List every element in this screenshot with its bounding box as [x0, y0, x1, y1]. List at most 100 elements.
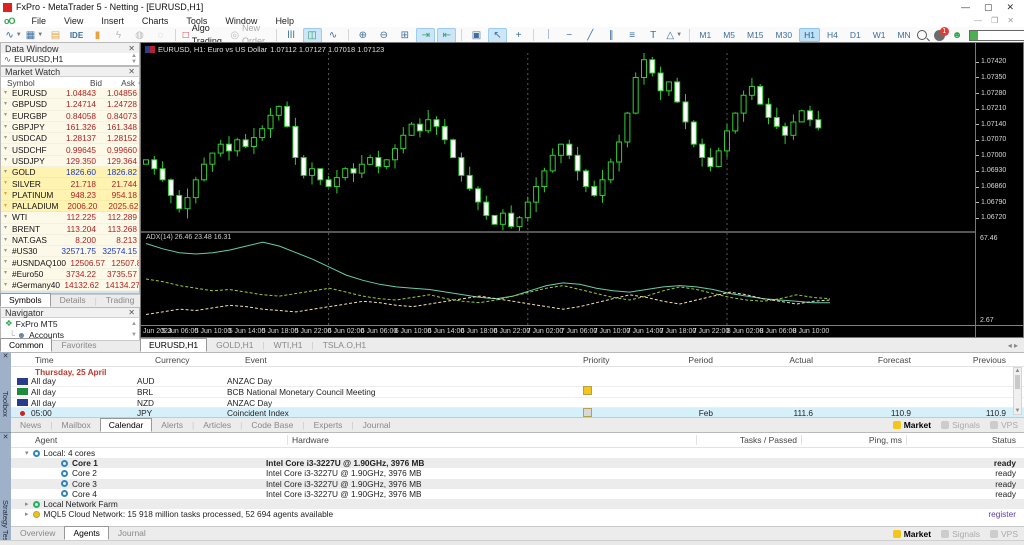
market-watch-row[interactable]: ▾NAT.GAS8.2008.213: [1, 235, 139, 246]
tab-common[interactable]: Common: [0, 338, 52, 352]
trendline-button[interactable]: ╱: [581, 28, 600, 43]
menu-file[interactable]: File: [23, 16, 56, 26]
vertical-line-button[interactable]: ｜: [539, 28, 558, 43]
market-watch-header[interactable]: Market Watch ✕: [0, 66, 140, 77]
signal-icon[interactable]: ϟ: [109, 28, 128, 43]
timeframe-m30[interactable]: M30: [771, 28, 798, 42]
signals-link[interactable]: Signals: [941, 529, 980, 539]
timeframe-mn[interactable]: MN: [892, 28, 915, 42]
market-watch-toggle[interactable]: ▤: [46, 28, 65, 43]
market-watch-column-header[interactable]: Symbol Bid Ask ▲: [0, 77, 140, 88]
zoom-out-button[interactable]: ⊖: [374, 28, 393, 43]
tester-core-row[interactable]: Core 1Intel Core i3-3227U @ 1.90GHz, 397…: [11, 458, 1024, 468]
timeframe-h1[interactable]: H1: [799, 28, 820, 42]
market-watch-row[interactable]: ▾PLATINUM948.23954.18: [1, 190, 139, 201]
expander-icon[interactable]: ▾: [25, 449, 29, 457]
calendar-row[interactable]: All dayNZDANZAC Day: [11, 398, 1024, 409]
menu-charts[interactable]: Charts: [133, 16, 178, 26]
toolbox-tab-journal[interactable]: Journal: [354, 418, 400, 432]
camera-button[interactable]: ▣: [467, 28, 486, 43]
tester-group-row[interactable]: ▸MQL5 Cloud Network: 15 918 million task…: [11, 509, 1024, 519]
timeframe-w1[interactable]: W1: [868, 28, 891, 42]
market-watch-row[interactable]: ▾GBPJPY161.326161.348: [1, 122, 139, 133]
metaeditor-button[interactable]: ▮: [88, 28, 107, 43]
window-layout-button[interactable]: ▦▼: [25, 28, 44, 43]
market-watch-row[interactable]: ▾PALLADIUM2006.202025.62: [1, 201, 139, 212]
market-watch-row[interactable]: ▾EURGBP0.840580.84073: [1, 111, 139, 122]
tester-core-row[interactable]: Core 4Intel Core i3-3227U @ 1.90GHz, 397…: [11, 489, 1024, 499]
minimize-button[interactable]: —: [961, 2, 970, 13]
tester-column-header[interactable]: Agent Hardware Tasks / Passed Ping, ms S…: [11, 433, 1024, 448]
toolbox-tab-code-base[interactable]: Code Base: [242, 418, 302, 432]
tester-core-row[interactable]: Core 2Intel Core i3-3227U @ 1.90GHz, 397…: [11, 468, 1024, 478]
market-link[interactable]: Market: [893, 529, 931, 539]
spinner-icon[interactable]: ▲▼: [131, 53, 139, 65]
tester-tab-agents[interactable]: Agents: [64, 526, 108, 540]
menu-insert[interactable]: Insert: [92, 16, 133, 26]
text-button[interactable]: T: [644, 28, 663, 43]
market-watch-row[interactable]: ▾GOLD1826.601826.82: [1, 167, 139, 178]
toolbox-tab-calendar[interactable]: Calendar: [100, 418, 153, 432]
notifications-icon[interactable]: 1: [934, 30, 945, 41]
adx-indicator-pane[interactable]: [142, 233, 974, 325]
price-axis[interactable]: 1.074201.073501.072801.072101.071401.070…: [976, 53, 1024, 231]
child-restore-button[interactable]: ❐: [991, 16, 998, 25]
chart-tab-tsla-o-h1[interactable]: TSLA.O,H1: [314, 338, 375, 352]
timeframe-m5[interactable]: M5: [718, 28, 740, 42]
market-watch-row[interactable]: ▾#USNDAQ10012506.5712507.82: [1, 257, 139, 268]
timeframe-h4[interactable]: H4: [822, 28, 843, 42]
market-watch-row[interactable]: ▾#US3032571.7532574.15: [1, 246, 139, 257]
crosshair-button[interactable]: +: [509, 28, 528, 43]
toolbox-tab-experts[interactable]: Experts: [305, 418, 352, 432]
maximize-button[interactable]: ▢: [984, 2, 993, 13]
close-icon[interactable]: ✕: [128, 67, 135, 76]
ide-button[interactable]: IDE: [67, 28, 86, 43]
line-chart-button[interactable]: ∿: [324, 28, 343, 43]
market-link[interactable]: Market: [893, 420, 931, 430]
market-watch-row[interactable]: ▾#Euro503734.223735.57: [1, 269, 139, 280]
chart-tab-gold-h1[interactable]: GOLD,H1: [207, 338, 262, 352]
expander-icon[interactable]: ▸: [25, 500, 29, 508]
horizontal-line-button[interactable]: −: [560, 28, 579, 43]
market-watch-row[interactable]: ▾BRENT113.204113.268: [1, 224, 139, 235]
community-icon[interactable]: ◍: [130, 28, 149, 43]
navigator-item-broker[interactable]: ❖ FxPro MT5 ▲: [1, 318, 139, 329]
scroll-up-icon[interactable]: ▲: [131, 321, 139, 327]
shapes-button[interactable]: △▼: [665, 28, 684, 43]
tab-details[interactable]: Details: [51, 293, 95, 307]
market-watch-row[interactable]: ▾USDJPY129.350129.364: [1, 156, 139, 167]
market-watch-row[interactable]: ▾EURUSD1.048431.04856: [1, 88, 139, 99]
close-icon[interactable]: ✕: [128, 308, 135, 317]
scroll-down-icon[interactable]: ▼: [131, 332, 139, 338]
new-order-button[interactable]: ◎New Order: [228, 28, 271, 43]
algo-trading-button[interactable]: □Algo Trading: [181, 28, 227, 43]
menu-help[interactable]: Help: [266, 16, 303, 26]
search-icon[interactable]: [917, 30, 927, 40]
toolbox-tab-articles[interactable]: Articles: [194, 418, 240, 432]
data-window-row[interactable]: ∿ EURUSD,H1 ▲▼: [0, 53, 140, 66]
candles-chart-button[interactable]: ◫: [303, 28, 322, 43]
market-watch-row[interactable]: ▾GBPUSD1.247141.24728: [1, 99, 139, 110]
market-watch-row[interactable]: ▾SILVER21.71821.744: [1, 178, 139, 189]
tester-tab-journal[interactable]: Journal: [109, 526, 155, 540]
market-watch-row[interactable]: ▾#Germany4014132.6214134.27: [1, 280, 139, 291]
toolbox-tab-mailbox[interactable]: Mailbox: [52, 418, 99, 432]
timeframe-m1[interactable]: M1: [694, 28, 716, 42]
channel-button[interactable]: ∥: [602, 28, 621, 43]
calendar-column-header[interactable]: Time Currency Event Priority Period Actu…: [11, 353, 1024, 367]
navigator-header[interactable]: Navigator ✕: [0, 307, 140, 318]
register-link[interactable]: register: [988, 509, 1024, 519]
timeframe-d1[interactable]: D1: [845, 28, 866, 42]
tab-scroll-arrows[interactable]: ◂ ▸: [1008, 341, 1024, 350]
candlestick-chart[interactable]: [142, 53, 974, 231]
close-button[interactable]: ✕: [1006, 2, 1014, 13]
calendar-scrollbar[interactable]: ▲▼: [1013, 367, 1022, 415]
close-icon[interactable]: ✕: [0, 352, 11, 360]
tab-trading[interactable]: Trading: [97, 293, 144, 307]
vps-link[interactable]: VPS: [990, 420, 1018, 430]
close-icon[interactable]: ✕: [0, 433, 11, 441]
chart-profile-button[interactable]: ∿▼: [4, 28, 23, 43]
child-close-button[interactable]: ✕: [1007, 16, 1014, 25]
bars-chart-button[interactable]: ǀǀǀ: [282, 28, 301, 43]
grid-button[interactable]: ⊞: [395, 28, 414, 43]
